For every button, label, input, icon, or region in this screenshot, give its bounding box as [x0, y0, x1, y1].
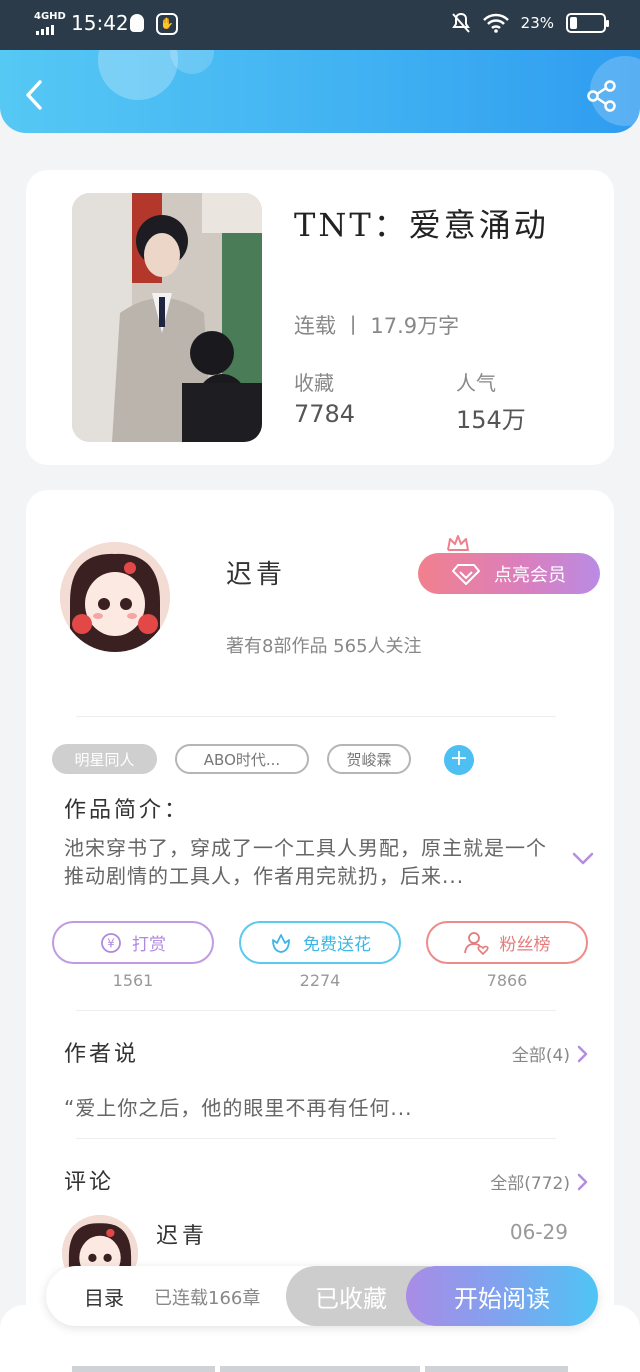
book-info-card: TNT：爱意涌动 连载 丨 17.9万字 收藏 7784 人气 154万	[26, 170, 614, 465]
intro-text: 池宋穿书了，穿成了一个工具人男配，原主就是一个推动剧情的工具人，作者用完就扔，后…	[64, 836, 547, 888]
toc-button[interactable]: 目录	[84, 1282, 124, 1311]
author-say-title: 作者说	[64, 1042, 140, 1067]
send-flower-label: 免费送花	[303, 935, 371, 955]
mute-bell-icon	[451, 12, 470, 33]
gesture-bar	[220, 1366, 420, 1372]
tag-3[interactable]: 贺峻霖	[327, 744, 411, 774]
yen-icon: ¥	[101, 932, 121, 953]
reward-button[interactable]: ¥ 打赏	[52, 921, 214, 964]
favorites-label: 收藏	[294, 371, 334, 395]
book-status: 连载 丨 17.9万字	[294, 314, 460, 338]
app-notification-icon: ✋	[156, 13, 178, 35]
author-say-text[interactable]: “爱上你之后，他的眼里不再有任何...	[64, 1092, 412, 1121]
crown-icon	[447, 535, 469, 551]
add-tag-button[interactable]: +	[444, 745, 474, 775]
author-say-more-link[interactable]: 全部(4)	[512, 1041, 588, 1066]
share-button[interactable]	[586, 80, 618, 112]
comments-more-label: 全部(772)	[490, 1174, 570, 1194]
chevron-right-icon	[577, 1173, 588, 1190]
book-detail-card: 迟青 著有8部作品 565人关注 点亮会员 明星同人 ABO时代... 贺峻霖 …	[26, 490, 614, 1372]
qq-icon	[130, 14, 144, 32]
flower-icon	[272, 933, 290, 953]
comments-title: 评论	[64, 1170, 115, 1195]
author-name[interactable]: 迟青	[226, 554, 286, 591]
author-meta: 著有8部作品 565人关注	[226, 636, 422, 657]
comment-author-name[interactable]: 迟青	[156, 1218, 208, 1250]
chapter-count: 已连载166章	[154, 1288, 261, 1309]
wifi-icon	[482, 13, 509, 33]
status-bar: 4GHD 15:42 ✋ 23%	[0, 0, 640, 50]
favorites-value: 7784	[294, 400, 356, 428]
start-reading-label: 开始阅读	[454, 1284, 550, 1313]
reward-count: 1561	[112, 971, 154, 990]
svg-text:¥: ¥	[107, 936, 115, 950]
divider	[76, 1010, 556, 1011]
fans-count: 7866	[486, 971, 528, 990]
tag-1[interactable]: 明星同人	[52, 744, 157, 774]
comment-date: 06-29	[509, 1220, 568, 1244]
signal-icon	[36, 25, 54, 35]
reward-label: 打赏	[132, 935, 166, 955]
tag-2[interactable]: ABO时代...	[175, 744, 309, 774]
fans-icon	[463, 931, 489, 955]
gesture-bar	[72, 1366, 215, 1372]
flower-count: 2274	[299, 971, 341, 990]
divider	[76, 1138, 556, 1139]
author-say-more-label: 全部(4)	[511, 1046, 570, 1066]
diamond-icon	[452, 563, 480, 585]
send-flower-button[interactable]: 免费送花	[239, 921, 401, 964]
divider	[76, 716, 556, 717]
book-cover-image[interactable]	[72, 193, 262, 442]
fans-rank-button[interactable]: 粉丝榜	[426, 921, 588, 964]
vip-button-label: 点亮会员	[494, 564, 566, 586]
chevron-right-icon	[577, 1045, 588, 1062]
back-button[interactable]	[18, 78, 52, 112]
battery-percent: 23%	[520, 14, 554, 32]
network-type: 4GHD	[34, 11, 66, 22]
popularity-value: 154万	[456, 406, 526, 434]
battery-icon	[566, 13, 609, 33]
intro-title: 作品简介：	[64, 798, 190, 823]
book-title: TNT：爱意涌动	[294, 206, 549, 244]
top-header	[0, 50, 640, 133]
vip-button[interactable]: 点亮会员	[418, 553, 600, 594]
bottom-action-bar: 目录 已连载166章 已收藏 开始阅读	[46, 1266, 598, 1326]
comments-more-link[interactable]: 全部(772)	[490, 1169, 588, 1194]
fans-rank-label: 粉丝榜	[499, 935, 551, 955]
collected-label: 已收藏	[315, 1284, 387, 1313]
author-avatar[interactable]	[60, 542, 170, 652]
chevron-down-icon[interactable]	[571, 850, 595, 868]
start-reading-button[interactable]: 开始阅读	[406, 1266, 598, 1326]
status-time: 15:42	[71, 11, 129, 35]
gesture-bar	[425, 1366, 568, 1372]
popularity-label: 人气	[456, 371, 496, 395]
